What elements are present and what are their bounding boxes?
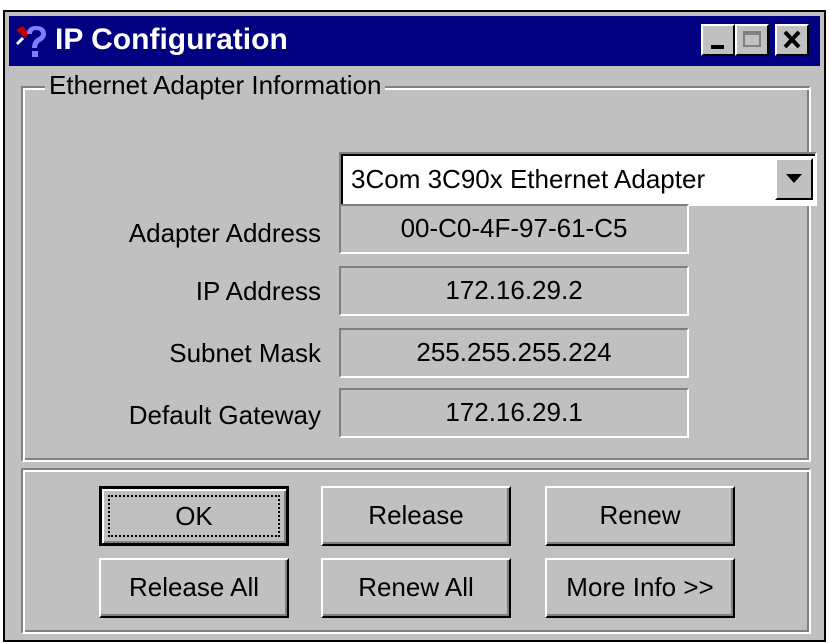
minimize-icon	[711, 45, 724, 49]
maximize-button[interactable]	[735, 24, 769, 56]
default-gateway-label: Default Gateway	[128, 400, 321, 430]
dropdown-arrow-button[interactable]	[775, 158, 813, 200]
ip-address-label: IP Address	[195, 276, 321, 306]
minimize-button[interactable]	[701, 24, 735, 56]
maximize-icon	[743, 31, 761, 47]
adapter-address-label: Adapter Address	[128, 218, 321, 248]
title-bar[interactable]: IP Configuration	[9, 16, 820, 66]
close-icon	[783, 30, 801, 49]
chevron-down-icon	[786, 174, 802, 183]
adapter-select-value: 3Com 3C90x Ethernet Adapter	[351, 164, 706, 194]
window-title: IP Configuration	[55, 23, 288, 56]
default-gateway-value: 172.16.29.1	[339, 388, 689, 438]
renew-all-button[interactable]: Renew All	[321, 558, 511, 618]
ip-address-value: 172.16.29.2	[339, 266, 689, 316]
adapter-select[interactable]: 3Com 3C90x Ethernet Adapter	[339, 152, 817, 206]
group-label: Ethernet Adapter Information	[45, 68, 386, 102]
subnet-mask-value: 255.255.255.224	[339, 328, 689, 378]
renew-button[interactable]: Renew	[545, 486, 735, 546]
subnet-mask-label: Subnet Mask	[169, 338, 321, 368]
release-button[interactable]: Release	[321, 486, 511, 546]
release-all-button[interactable]: Release All	[99, 558, 289, 618]
ip-configuration-window: IP Configuration Ethernet Adapter Inform…	[3, 10, 826, 642]
help-question-icon	[13, 24, 49, 58]
close-button[interactable]	[775, 24, 809, 56]
ok-button[interactable]: OK	[99, 486, 289, 546]
more-info-button[interactable]: More Info >>	[545, 558, 735, 618]
adapter-address-value: 00-C0-4F-97-61-C5	[339, 204, 689, 254]
